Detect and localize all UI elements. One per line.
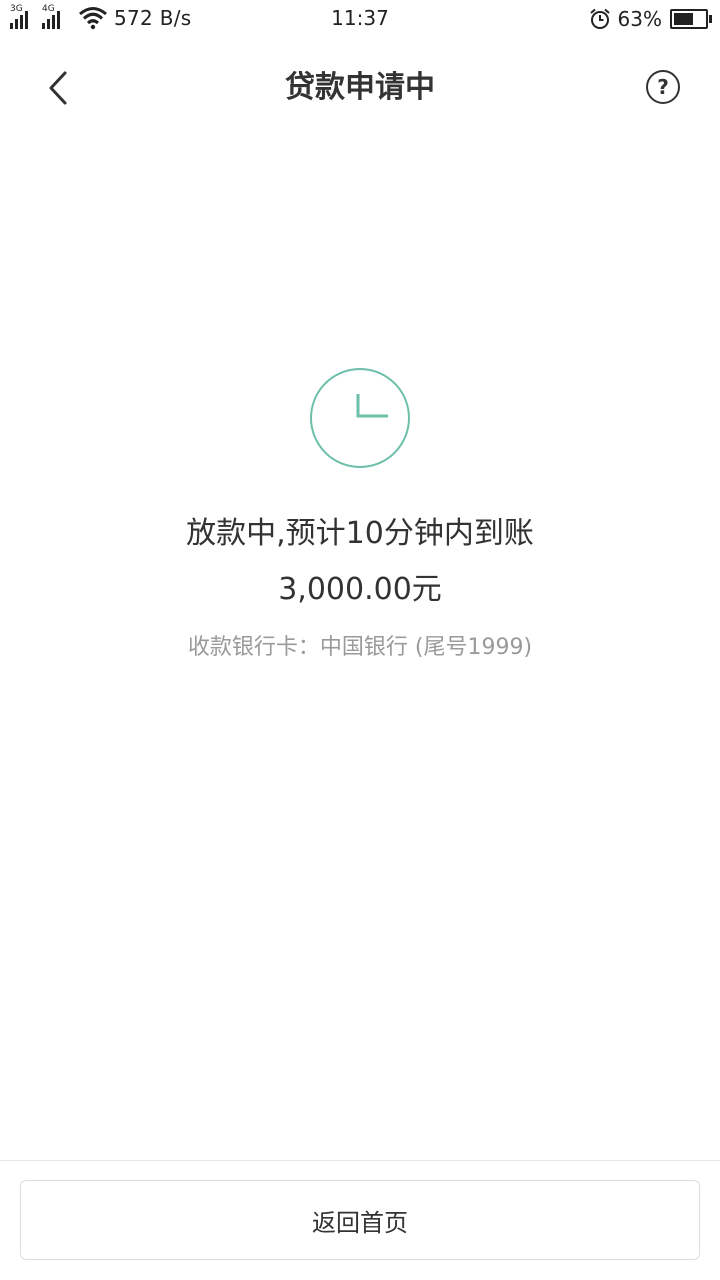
battery-icon	[670, 9, 712, 29]
receiving-bank-card: 收款银行卡：中国银行 (尾号1999)	[187, 635, 533, 660]
help-icon: ?	[657, 75, 669, 99]
battery-level-fill	[674, 13, 693, 25]
help-button[interactable]: ?	[646, 70, 680, 104]
loan-amount: 3,000.00元	[278, 572, 442, 607]
page-title: 贷款申请中	[285, 70, 435, 105]
clock-icon	[308, 366, 412, 470]
bottom-divider	[0, 1160, 720, 1161]
loan-status-headline: 放款中,预计10分钟内到账	[186, 516, 534, 551]
alarm-icon	[589, 8, 610, 29]
status-bar-right: 63%	[588, 5, 712, 33]
return-home-label: 返回首页	[312, 1208, 408, 1237]
return-home-button[interactable]: 返回首页	[20, 1180, 700, 1260]
nav-bar: 贷款申请中 ?	[0, 44, 720, 132]
battery-percent: 63%	[617, 7, 662, 31]
loan-status-page: 3G 4G 572 B/s 11:37 63% 贷款申请中 ? 放款中,预计10…	[0, 0, 720, 1280]
status-bar: 3G 4G 572 B/s 11:37 63%	[0, 0, 720, 38]
